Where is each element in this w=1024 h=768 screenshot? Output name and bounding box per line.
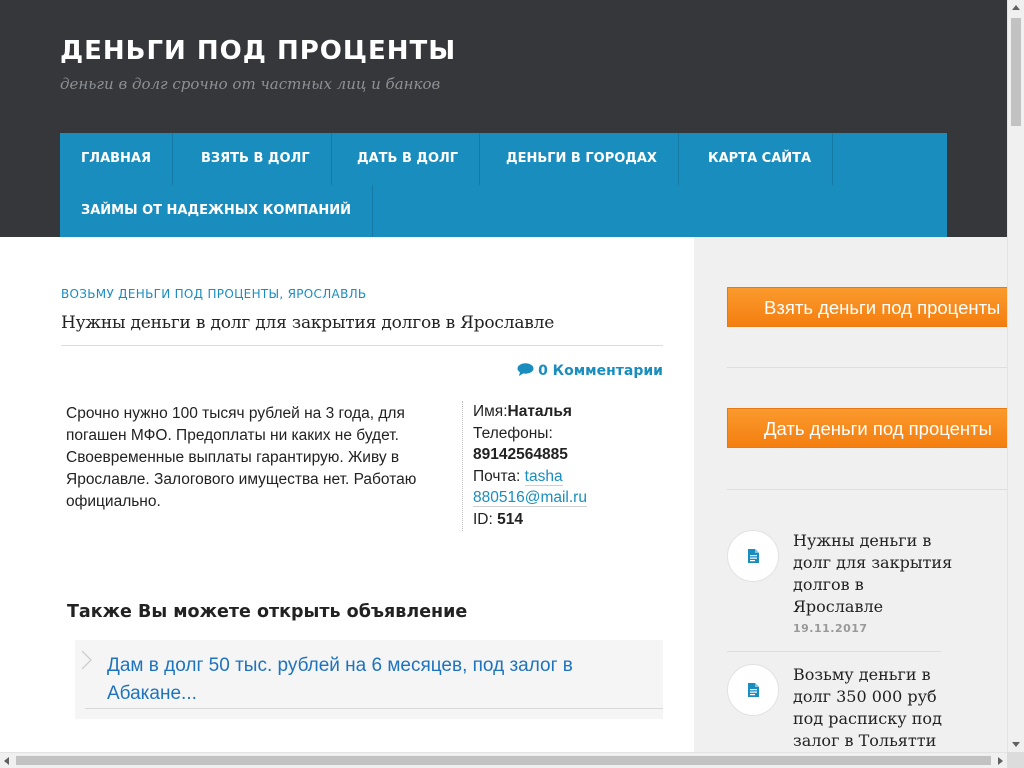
main-navigation: Главная Взять в долг Дать в долг Деньги … (60, 133, 947, 237)
post-category-link[interactable]: ВОЗЬМУ ДЕНЬГИ ПОД ПРОЦЕНТЫ, ЯРОСЛАВЛЬ (61, 287, 366, 301)
recent-post-title[interactable]: Возьму деньги в долг 350 000 руб под рас… (793, 664, 958, 752)
scroll-left-icon[interactable] (4, 757, 9, 765)
ad-contact-info: Имя:Наталья Телефоны: 89142564885 Почта:… (462, 401, 662, 531)
nav-item-borrow[interactable]: Взять в долг (180, 133, 332, 185)
sidebar-divider (727, 489, 1007, 490)
comment-bubble-icon (517, 363, 534, 376)
document-icon (748, 683, 759, 697)
chevron-right-icon (81, 650, 92, 670)
recent-post-thumb[interactable] (727, 664, 779, 716)
document-icon (748, 549, 759, 563)
scroll-up-icon[interactable] (1012, 5, 1020, 10)
give-money-button[interactable]: Дать деньги под проценты (727, 408, 1007, 448)
contact-phone: 89142564885 (473, 446, 568, 464)
recent-divider (727, 651, 941, 652)
comments-link[interactable]: 0 Комментарии (517, 363, 663, 379)
post-title: Нужны деньги в долг для закрытия долгов … (61, 313, 555, 333)
nav-item-home[interactable]: Главная (60, 133, 174, 185)
nav-item-sitemap[interactable]: Карта сайта (687, 133, 834, 185)
recent-post[interactable]: Нужны деньги в долг для закрытия долгов … (727, 530, 957, 640)
vertical-scroll-thumb[interactable] (1011, 18, 1021, 126)
related-ad-link[interactable]: Дам в долг 50 тыс. рублей на 6 месяцев, … (107, 652, 647, 708)
title-divider (61, 345, 663, 346)
comments-count: 0 Комментарии (538, 363, 663, 379)
recent-post[interactable]: Возьму деньги в долг 350 000 руб под рас… (727, 664, 957, 754)
recent-post-title[interactable]: Нужны деньги в долг для закрытия долгов … (793, 530, 958, 618)
nav-item-cities[interactable]: Деньги в городах (485, 133, 679, 185)
scrollbar-corner (1007, 752, 1024, 768)
sidebar-divider (727, 367, 1007, 368)
site-title[interactable]: ДЕНЬГИ ПОД ПРОЦЕНТЫ (60, 36, 456, 66)
take-money-button[interactable]: Взять деньги под проценты (727, 287, 1007, 327)
related-divider (85, 708, 663, 709)
site-description: деньги в долг срочно от частных лиц и ба… (60, 75, 441, 93)
scroll-down-icon[interactable] (1012, 742, 1020, 747)
scroll-right-icon[interactable] (998, 757, 1003, 765)
main-content: ВОЗЬМУ ДЕНЬГИ ПОД ПРОЦЕНТЫ, ЯРОСЛАВЛЬ Ну… (0, 237, 694, 752)
vertical-scrollbar[interactable] (1007, 0, 1024, 752)
nav-item-loans[interactable]: Займы от надежных компаний (60, 185, 373, 237)
contact-id: ID: 514 (473, 510, 523, 528)
related-ad: Дам в долг 50 тыс. рублей на 6 месяцев, … (75, 640, 663, 719)
contact-phones-label: Телефоны: (473, 424, 553, 442)
horizontal-scroll-thumb[interactable] (16, 756, 991, 765)
ad-description: Срочно нужно 100 тысяч рублей на 3 года,… (66, 405, 417, 510)
contact-name: Имя:Наталья (473, 403, 572, 420)
also-open-heading: Также Вы можете открыть объявление (67, 602, 468, 622)
recent-post-date: 19.11.2017 (793, 622, 868, 635)
contact-mail: Почта: tasha 880516@mail.ru (473, 467, 587, 508)
horizontal-scrollbar[interactable] (0, 752, 1007, 768)
nav-item-lend[interactable]: Дать в долг (336, 133, 481, 185)
site-header: ДЕНЬГИ ПОД ПРОЦЕНТЫ деньги в долг срочно… (0, 0, 1007, 237)
sidebar: Взять деньги под проценты Дать деньги по… (694, 237, 1007, 752)
recent-post-thumb[interactable] (727, 530, 779, 582)
